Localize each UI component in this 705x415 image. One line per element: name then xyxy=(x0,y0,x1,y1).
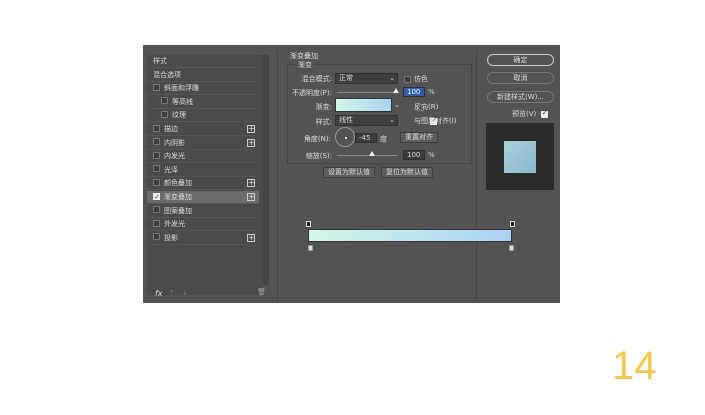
angle-dial[interactable] xyxy=(335,127,355,147)
style-checkbox[interactable] xyxy=(153,83,160,91)
style-checkbox[interactable] xyxy=(153,219,160,227)
opacity-stop-left[interactable] xyxy=(306,221,311,227)
preview-label: 预览(V) xyxy=(512,110,537,118)
add-icon[interactable]: + xyxy=(247,179,255,188)
page-number: 14 xyxy=(612,344,657,388)
color-stop-right[interactable] xyxy=(509,245,514,251)
add-icon[interactable]: + xyxy=(247,138,255,147)
style-checkbox[interactable] xyxy=(153,178,160,186)
dither-label: 仿色 xyxy=(414,75,428,83)
gradient-swatch[interactable] xyxy=(335,98,392,112)
reset-align-button[interactable]: 重置对齐 xyxy=(400,132,438,143)
preview-box xyxy=(486,123,554,190)
preview-swatch xyxy=(504,141,536,173)
style-checkbox[interactable] xyxy=(161,110,168,118)
scale-input[interactable]: 100 xyxy=(403,150,425,160)
style-item[interactable]: 渐变叠加 + xyxy=(147,191,259,204)
preview-checkbox[interactable] xyxy=(540,109,548,118)
group-title: 渐变 xyxy=(296,60,314,70)
new-style-button[interactable]: 新建样式(W)... xyxy=(487,91,554,103)
move-down-icon[interactable]: ⇣ xyxy=(182,289,188,297)
style-item[interactable]: 颜色叠加 + xyxy=(147,177,259,191)
ok-button[interactable]: 确定 xyxy=(487,54,554,66)
style-item-label: 样式 xyxy=(153,57,167,65)
style-item-label: 颜色叠加 xyxy=(164,179,192,188)
opacity-unit: % xyxy=(428,88,435,96)
style-checkbox[interactable] xyxy=(153,191,160,203)
add-icon[interactable]: + xyxy=(247,125,255,133)
style-checkbox[interactable] xyxy=(153,151,160,159)
reset-default-button[interactable]: 复位为默认值 xyxy=(381,167,433,178)
style-item-label: 图案叠加 xyxy=(164,206,192,215)
style-item-label: 纹理 xyxy=(172,111,186,120)
style-item-label: 斜面和浮雕 xyxy=(164,84,199,93)
gradient-label: 渐变: xyxy=(315,103,332,111)
align-label: 与图层对齐(I) xyxy=(414,117,457,125)
angle-label: 角度(N): xyxy=(303,135,331,143)
style-item-label: 混合选项 xyxy=(153,70,181,79)
style-item[interactable]: 斜面和浮雕 xyxy=(147,82,259,96)
style-item[interactable]: 图案叠加 xyxy=(147,205,259,218)
style-item[interactable]: 光泽 xyxy=(147,164,259,177)
angle-unit: 度 xyxy=(380,135,387,143)
move-up-icon[interactable]: ⇡ xyxy=(169,289,175,297)
trash-icon[interactable]: 🗑 xyxy=(257,288,266,296)
layer-style-dialog: 样式混合选项斜面和浮雕等高线纹理描边 + 内阴影 + 内发光光泽颜色叠加 + 渐变叠加 + 图案… xyxy=(143,45,560,303)
style-item[interactable]: 纹理 xyxy=(147,109,259,123)
dither-checkbox[interactable] xyxy=(404,75,411,83)
style-checkbox[interactable] xyxy=(153,124,160,132)
gradient-bar[interactable] xyxy=(308,229,512,242)
color-stop-left[interactable] xyxy=(308,245,313,251)
style-item-label: 描边 xyxy=(164,125,178,133)
style-item-label: 外发光 xyxy=(164,220,185,229)
style-item[interactable]: 内发光 xyxy=(147,150,259,164)
scale-thumb[interactable] xyxy=(369,151,375,156)
style-item-label: 等高线 xyxy=(172,97,193,106)
add-icon[interactable]: + xyxy=(247,193,255,201)
style-checkbox[interactable] xyxy=(153,138,160,146)
gradient-dropdown-icon[interactable]: ⌄ xyxy=(394,101,400,109)
style-item-label: 内阴影 xyxy=(164,138,185,147)
style-item[interactable]: 内阴影 + xyxy=(147,137,259,150)
style-item[interactable]: 等高线 xyxy=(147,96,259,109)
style-item-label: 投影 xyxy=(164,233,178,242)
style-list: 样式混合选项斜面和浮雕等高线纹理描边 + 内阴影 + 内发光光泽颜色叠加 + 渐变叠加 + 图案… xyxy=(147,55,263,295)
scale-slider[interactable] xyxy=(337,155,397,156)
opacity-stop-right[interactable] xyxy=(510,221,515,227)
scale-label: 缩放(S): xyxy=(305,152,332,160)
style-label: 样式: xyxy=(315,118,332,126)
blend-label: 混合模式: xyxy=(301,75,332,83)
list-scrollbar[interactable] xyxy=(263,55,269,285)
angle-input[interactable]: -45 xyxy=(355,133,377,143)
style-item[interactable]: 描边 + xyxy=(147,123,259,136)
style-checkbox[interactable] xyxy=(153,165,160,173)
set-default-button[interactable]: 设置为默认值 xyxy=(323,167,375,178)
style-select[interactable]: 线性 ⌄ xyxy=(335,115,398,126)
style-item-label: 内发光 xyxy=(164,152,185,161)
opacity-input[interactable]: 100 xyxy=(403,87,425,97)
opacity-thumb[interactable] xyxy=(393,88,399,93)
style-item[interactable]: 样式 xyxy=(147,55,259,68)
scale-unit: % xyxy=(428,151,435,159)
style-checkbox[interactable] xyxy=(153,233,160,241)
style-checkbox[interactable] xyxy=(161,97,168,105)
add-icon[interactable]: + xyxy=(247,233,255,242)
style-item[interactable]: 投影 + xyxy=(147,232,259,245)
style-item-label: 渐变叠加 xyxy=(164,193,192,201)
style-item[interactable]: 外发光 xyxy=(147,218,259,232)
style-item-label: 光泽 xyxy=(164,165,178,174)
opacity-slider[interactable] xyxy=(337,92,397,93)
fx-button[interactable]: fx xyxy=(155,289,163,298)
reverse-label: 反向(R) xyxy=(414,103,439,111)
blend-mode-select[interactable]: 正常 ⌄ xyxy=(335,73,398,84)
style-item[interactable]: 混合选项 xyxy=(147,69,259,82)
style-checkbox[interactable] xyxy=(153,206,160,214)
cancel-button[interactable]: 取消 xyxy=(487,72,554,84)
opacity-label: 不透明度(P): xyxy=(291,89,332,97)
